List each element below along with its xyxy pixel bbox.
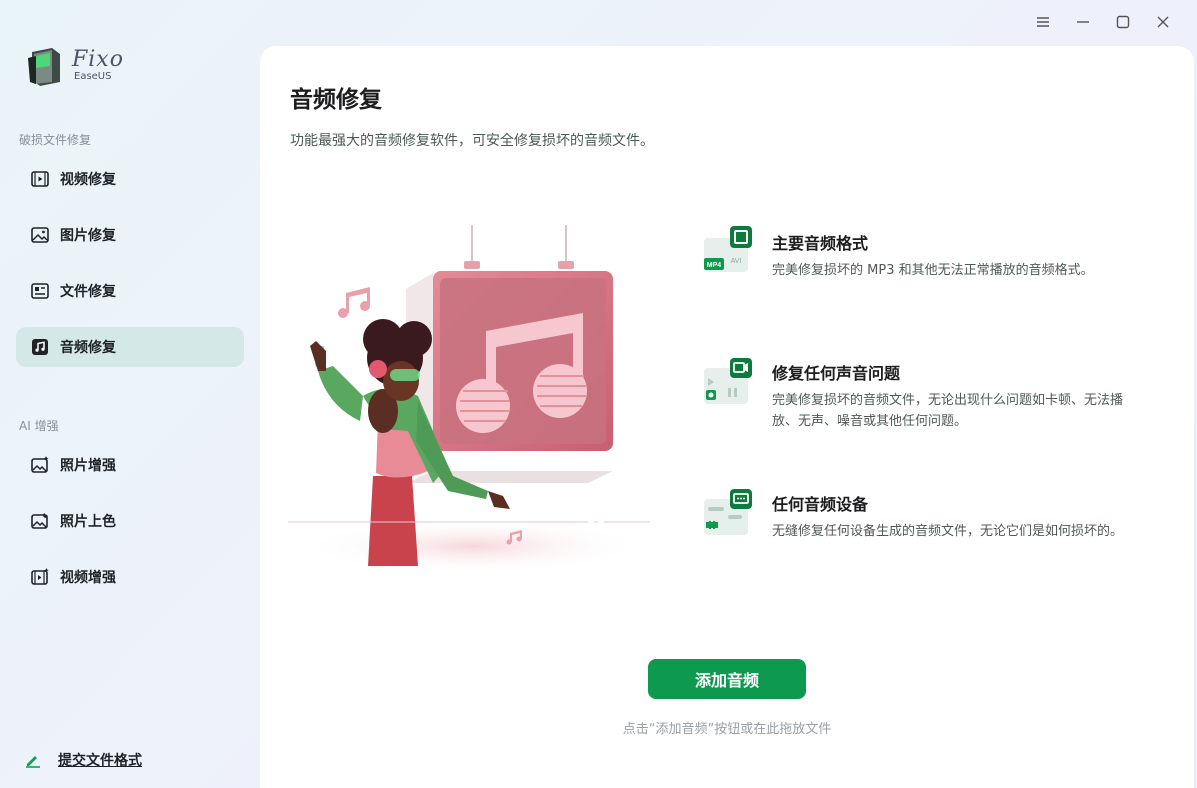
pencil-icon (26, 756, 40, 768)
page-subtitle: 功能最强大的音频修复软件，可安全修复损坏的音频文件。 (290, 133, 654, 149)
feature-desc: 完美修复损坏的音频文件，无论出现什么问题如卡顿、无法播放、无声、噪音或其他任何问… (772, 393, 1124, 429)
fixo-logo-icon (28, 48, 60, 86)
section-label-damaged-repair: 破损文件修复 (19, 133, 92, 147)
video-enhance-icon (30, 567, 50, 587)
main-panel: 音频修复 功能最强大的音频修复软件，可安全修复损坏的音频文件。 MP4 AVI … (260, 46, 1194, 788)
music-icon (30, 337, 50, 357)
minimize-icon[interactable] (1063, 10, 1103, 34)
audio-format-icon: MP4 AVI (704, 226, 752, 272)
sidebar-item-label: 音频修复 (60, 340, 116, 356)
feature-title: 任何音频设备 (772, 495, 869, 514)
sidebar-item-file-repair[interactable]: 文件修复 (16, 271, 244, 311)
app-logo: Fixo EaseUS (26, 44, 124, 88)
image-icon (30, 225, 50, 245)
sidebar-item-label: 文件修复 (60, 284, 116, 300)
feature-desc: 完美修复损坏的 MP3 和其他无法正常播放的音频格式。 (772, 263, 1094, 278)
drop-hint: 点击“添加音频”按钮或在此拖放文件 (622, 722, 832, 737)
submit-format-link[interactable]: 提交文件格式 (24, 750, 142, 770)
sidebar-item-label: 图片修复 (60, 228, 116, 244)
window-controls (1023, 10, 1183, 34)
menu-icon[interactable] (1023, 10, 1063, 34)
close-icon[interactable] (1143, 10, 1183, 34)
sidebar-item-photo-colorize[interactable]: 照片上色 (16, 501, 244, 541)
photo-colorize-icon (30, 511, 50, 531)
sidebar-item-video-repair[interactable]: 视频修复 (16, 159, 244, 199)
logo-subtitle: EaseUS (74, 71, 112, 82)
sidebar-item-audio-repair[interactable]: 音频修复 (16, 327, 244, 367)
logo-title: Fixo (72, 47, 124, 72)
sidebar-item-label: 照片上色 (60, 514, 116, 530)
feature-title: 主要音频格式 (772, 234, 869, 253)
audio-device-icon (704, 489, 752, 535)
sidebar-item-video-enhance[interactable]: 视频增强 (16, 557, 244, 597)
section-label-ai-enhance: AI 增强 (19, 419, 59, 433)
audio-repair-illustration (288, 225, 650, 574)
sidebar-item-image-repair[interactable]: 图片修复 (16, 215, 244, 255)
video-icon (30, 169, 50, 189)
page-title: 音频修复 (290, 87, 382, 113)
submit-format-label: 提交文件格式 (58, 753, 142, 769)
sidebar-item-photo-enhance[interactable]: 照片增强 (16, 445, 244, 485)
sidebar-item-label: 视频修复 (60, 172, 116, 188)
add-audio-button[interactable]: 添加音频 (648, 659, 806, 699)
maximize-icon[interactable] (1103, 10, 1143, 34)
feature-title: 修复任何声音问题 (772, 364, 901, 383)
sidebar-item-label: 视频增强 (60, 570, 116, 586)
document-icon (30, 281, 50, 301)
sidebar: Fixo EaseUS 破损文件修复 视频修复 图片修复 文件修复 音频修复 A… (0, 0, 260, 788)
mp4-label: MP4 (707, 262, 722, 269)
avi-label: AVI (731, 258, 742, 265)
sidebar-item-label: 照片增强 (60, 458, 116, 474)
photo-enhance-icon (30, 455, 50, 475)
feature-desc: 无缝修复任何设备生成的音频文件，无论它们是如何损坏的。 (772, 524, 1124, 539)
sound-repair-icon (704, 358, 752, 404)
